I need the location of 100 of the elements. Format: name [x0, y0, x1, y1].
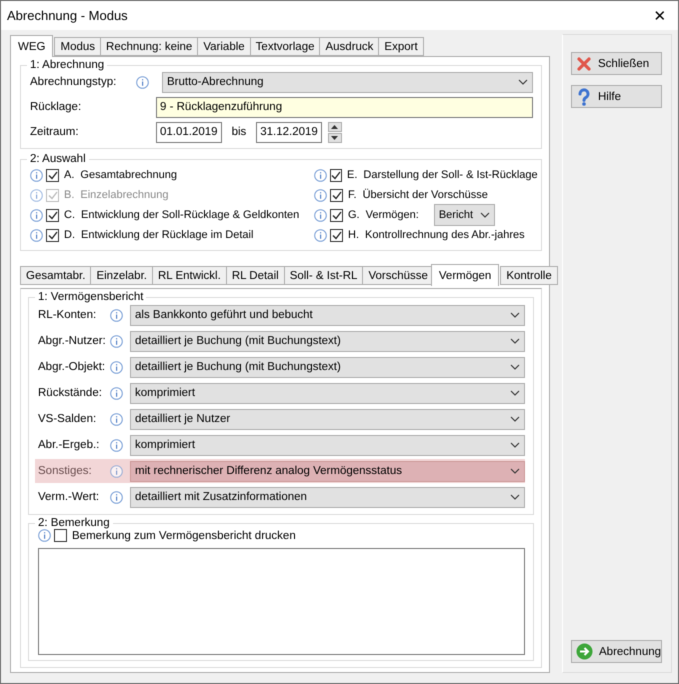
info-icon[interactable] [110, 360, 123, 374]
info-icon[interactable] [110, 490, 123, 504]
dropdown[interactable]: detailliert je Nutzer [130, 408, 525, 430]
chevron-down-icon [510, 494, 520, 500]
field-label: Abr.-Ergeb.: [38, 439, 100, 451]
close-button[interactable]: Schließen [571, 52, 662, 75]
tab[interactable]: Textvorlage [250, 37, 320, 56]
checkbox[interactable] [54, 529, 67, 542]
info-icon[interactable] [110, 412, 123, 426]
spin-buttons[interactable] [328, 122, 342, 142]
chevron-down-icon [510, 390, 520, 396]
checkbox[interactable] [46, 168, 59, 182]
info-icon[interactable] [136, 76, 149, 88]
close-button[interactable]: ✕ [650, 6, 670, 24]
checkbox-label: Bemerkung zum Vermögensbericht drucken [72, 530, 296, 542]
close-icon [576, 56, 592, 72]
checkbox[interactable] [46, 208, 59, 222]
field-label: Rückstände: [38, 387, 103, 399]
group-title: 1: Vermögensbericht [37, 291, 144, 303]
checkbox-label: G. [348, 209, 360, 221]
info-icon[interactable] [314, 188, 327, 202]
checkbox-label: Gesamtabrechnung [80, 169, 178, 181]
checkbox-label: E. [347, 169, 358, 181]
field-label: Sonstiges: [38, 465, 93, 477]
field-label: VS-Salden: [38, 413, 98, 425]
info-icon[interactable] [30, 168, 43, 182]
group-title: 1: Abrechnung [29, 59, 106, 71]
checkbox-label: F. [348, 189, 357, 201]
field-label: bis [232, 126, 246, 138]
tab[interactable]: Vorschüsse [362, 266, 434, 285]
chevron-down-icon [510, 338, 520, 344]
tab[interactable]: RL Detail [226, 266, 285, 285]
checkbox-label: Darstellung der Soll- & Ist-Rücklage [363, 169, 538, 181]
run-button[interactable]: Abrechnung [571, 640, 662, 663]
checkbox-label: B. [64, 189, 74, 201]
field-label: RL-Konten: [38, 309, 98, 321]
checkbox[interactable] [330, 228, 343, 242]
tab[interactable]: Soll- & Ist-RL [284, 266, 364, 285]
info-icon[interactable] [110, 308, 123, 322]
date-field[interactable]: 31.12.2019 [256, 122, 322, 142]
dropdown[interactable]: detailliert je Buchung (mit Buchungstext) [130, 330, 525, 352]
dropdown[interactable]: detailliert je Buchung (mit Buchungstext) [130, 356, 525, 378]
question-mark-icon [576, 88, 592, 106]
checkbox-label: A. [64, 169, 74, 181]
chevron-down-icon [510, 468, 520, 474]
chevron-down-icon [510, 364, 520, 370]
dropdown[interactable]: als Bankkonto geführt und bebucht [130, 304, 525, 326]
info-icon[interactable] [110, 464, 123, 478]
checkbox-label: Übersicht der Vorschüsse [362, 189, 488, 201]
checkbox[interactable] [46, 228, 59, 242]
info-icon[interactable] [314, 228, 327, 242]
tab[interactable]: Vermögen [430, 264, 500, 286]
tab[interactable]: Einzelabr. [90, 266, 153, 285]
tab[interactable]: Ausdruck [319, 37, 380, 56]
group-title: 2: Bemerkung [37, 517, 111, 529]
dropdown[interactable]: Brutto-Abrechnung [162, 72, 533, 92]
info-icon[interactable] [314, 208, 327, 222]
checkbox-label: D. [64, 229, 75, 241]
text-area[interactable] [38, 548, 525, 655]
info-icon[interactable] [314, 168, 327, 182]
tab[interactable]: Modus [54, 37, 102, 56]
help-button[interactable]: Hilfe [571, 85, 662, 108]
tab[interactable]: Kontrolle [500, 266, 558, 285]
checkbox-label: Kontrollrechnung des Abr.-jahres [365, 229, 525, 241]
info-icon[interactable] [110, 438, 123, 452]
info-icon[interactable] [30, 208, 43, 222]
checkbox-label: H. [348, 229, 359, 241]
input-field[interactable]: 9 - Rücklagenzuführung [156, 96, 533, 118]
tab[interactable]: Rechnung: keine [100, 37, 198, 56]
chevron-down-icon [480, 212, 490, 218]
dropdown[interactable]: Bericht [434, 204, 495, 226]
tab[interactable]: Gesamtabr. [20, 266, 92, 285]
chevron-down-icon [510, 442, 520, 448]
info-icon[interactable] [30, 228, 43, 242]
dropdown[interactable]: komprimiert [130, 434, 525, 456]
field-label: Rücklage: [30, 101, 82, 113]
tab[interactable]: RL Entwickl. [152, 266, 227, 285]
dropdown[interactable]: komprimiert [130, 382, 525, 404]
checkbox[interactable] [330, 208, 343, 222]
dropdown[interactable]: detailliert mit Zusatzinformationen [130, 486, 525, 508]
info-icon[interactable] [110, 334, 123, 348]
tab[interactable]: WEG [10, 35, 54, 57]
chevron-down-icon [518, 79, 528, 85]
field-label: Zeitraum: [30, 126, 80, 138]
tab[interactable]: Export [378, 37, 424, 56]
info-icon[interactable] [38, 529, 51, 542]
checkbox[interactable] [330, 168, 342, 182]
checkbox-label: C. [64, 209, 75, 221]
checkbox-label: Entwicklung der Rücklage im Detail [81, 229, 254, 241]
date-field[interactable]: 01.01.2019 [156, 122, 222, 142]
dropdown[interactable]: mit rechnerischer Differenz analog Vermögensstatus [130, 460, 525, 482]
field-label: Abgr.-Nutzer: [38, 335, 107, 347]
field-label: Abgr.-Objekt: [38, 361, 106, 373]
group-title: 2: Auswahl [29, 153, 87, 165]
info-icon[interactable] [110, 386, 123, 400]
tab[interactable]: Variable [197, 37, 251, 56]
field-label: Abrechnungstyp: [30, 76, 118, 88]
checkbox-label: Vermögen: [366, 209, 419, 221]
field-label: Verm.-Wert: [38, 491, 100, 503]
checkbox[interactable] [330, 188, 343, 202]
